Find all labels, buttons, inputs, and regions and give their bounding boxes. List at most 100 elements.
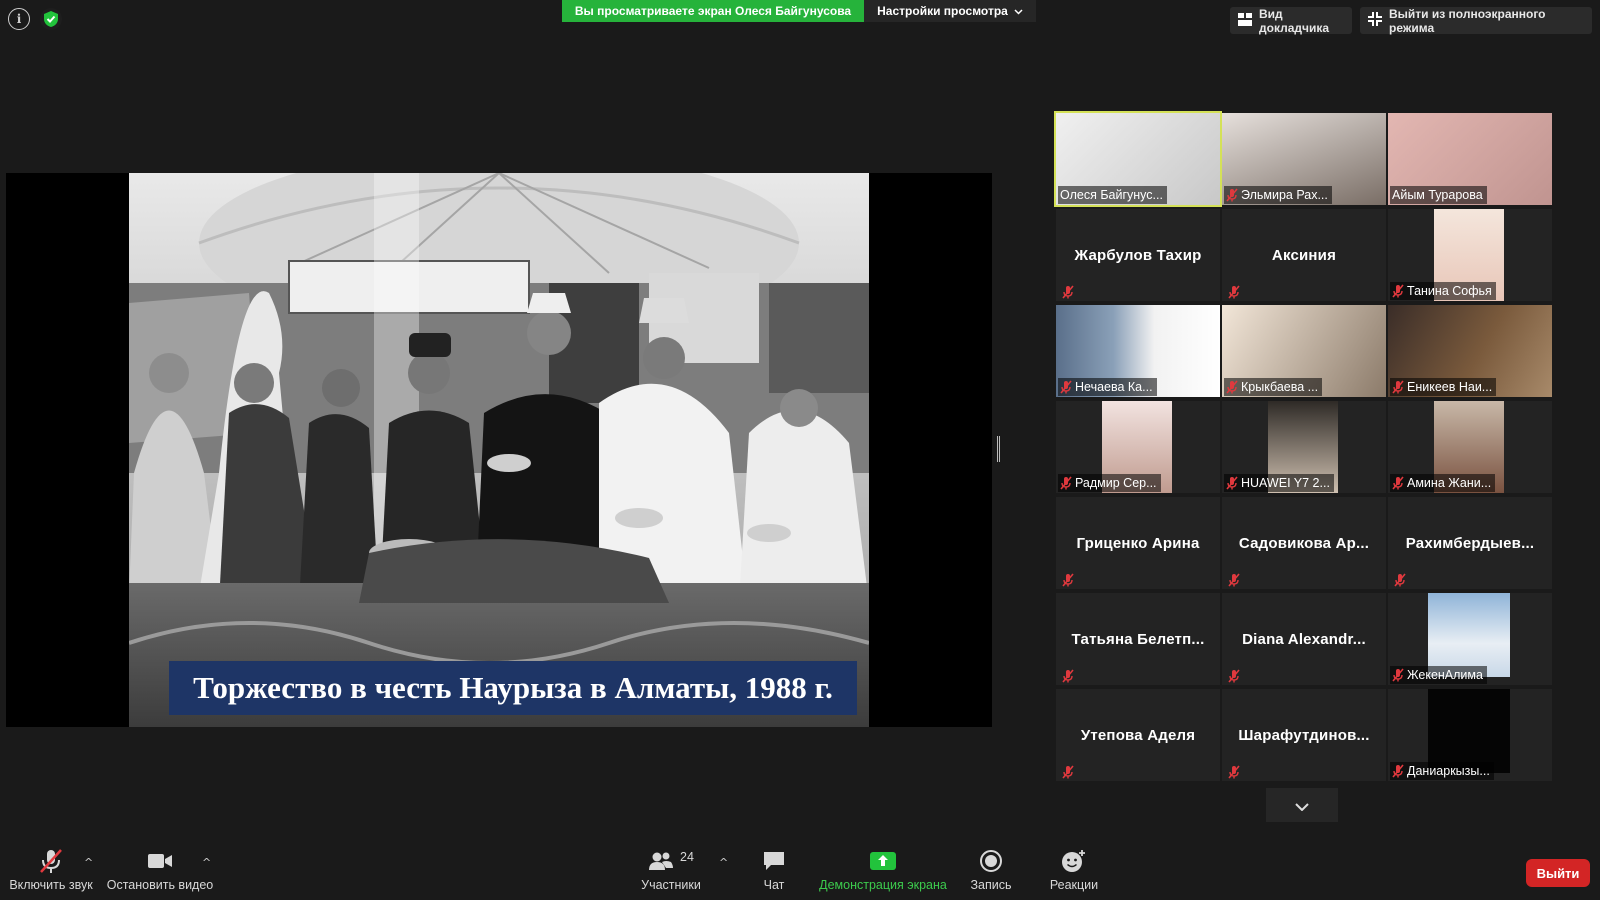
participants-button[interactable]: 24 Участники <box>636 846 706 900</box>
participant-name-label: HUAWEI Y7 2... <box>1224 474 1334 492</box>
participant-name: Олеся Байгунус... <box>1060 188 1163 202</box>
chat-bubble-icon <box>762 846 786 876</box>
share-screen-icon <box>870 846 896 876</box>
share-screen-button[interactable]: Демонстрация экрана <box>818 846 948 900</box>
participants-icon <box>649 852 674 870</box>
exit-fullscreen-icon <box>1368 12 1382 29</box>
participant-tile[interactable]: Айым Турарова <box>1388 113 1552 205</box>
participant-name: ЖекенАлима <box>1407 668 1483 682</box>
participant-tile[interactable]: Садовикова Ар... <box>1222 497 1386 589</box>
muted-microphone-icon <box>1392 380 1404 394</box>
muted-microphone-icon <box>1062 764 1074 779</box>
muted-microphone-icon <box>1228 284 1240 299</box>
video-camera-icon <box>147 846 173 876</box>
gallery-next-page-button[interactable] <box>1266 788 1338 822</box>
shield-icon[interactable] <box>40 8 62 30</box>
participant-tile[interactable]: Шарафутдинов... <box>1222 689 1386 781</box>
participant-tile[interactable]: Diana Alexandr... <box>1222 593 1386 685</box>
participants-icon-wrap: 24 <box>648 846 694 876</box>
participant-name-label: Айым Турарова <box>1390 186 1487 204</box>
muted-microphone-icon <box>1392 284 1404 298</box>
muted-microphone-icon <box>1392 764 1404 778</box>
participant-name: Жарбулов Тахир <box>1074 246 1202 264</box>
participant-name-label: Олеся Байгунус... <box>1058 186 1167 204</box>
participant-name: Садовикова Ар... <box>1238 534 1370 552</box>
audio-options-caret-icon[interactable]: ^ <box>84 856 93 869</box>
record-label: Запись <box>970 878 1012 892</box>
participant-name: Гриценко Арина <box>1076 534 1200 552</box>
muted-microphone-icon <box>1060 380 1072 394</box>
participant-name: Эльмира Рах... <box>1241 188 1328 202</box>
participant-name-label: Еникеев Наи... <box>1390 378 1497 396</box>
meeting-status-icons: i <box>8 8 62 30</box>
participant-name: HUAWEI Y7 2... <box>1241 476 1330 490</box>
participant-name-label: Амина Жани... <box>1390 474 1496 492</box>
participant-name: Айым Турарова <box>1392 188 1483 202</box>
participant-video <box>1428 689 1510 773</box>
participant-tile[interactable]: Утепова Аделя <box>1056 689 1220 781</box>
panel-resize-handle[interactable] <box>997 436 1000 462</box>
video-options-caret-icon[interactable]: ^ <box>202 856 211 869</box>
participants-options-caret-icon[interactable]: ^ <box>719 856 728 869</box>
nauryz-photo-illustration <box>129 173 869 727</box>
leave-meeting-button[interactable]: Выйти <box>1526 859 1590 887</box>
shared-screen-view[interactable]: Торжество в честь Наурыза в Алматы, 1988… <box>6 173 992 727</box>
muted-microphone-icon <box>1060 476 1072 490</box>
participant-name: Еникеев Наи... <box>1407 380 1493 394</box>
info-icon[interactable]: i <box>8 8 30 30</box>
participant-tile[interactable]: Танина Софья <box>1388 209 1552 301</box>
screen-share-banner: Вы просматриваете экран Олеся Байгунусов… <box>562 0 864 22</box>
participant-video <box>1428 593 1510 677</box>
muted-microphone-icon <box>1392 476 1404 490</box>
participant-tile[interactable]: Крыкбаева ... <box>1222 305 1386 397</box>
participant-name: Амина Жани... <box>1407 476 1492 490</box>
participant-name: Нечаева Ка... <box>1075 380 1153 394</box>
unmute-label: Включить звук <box>9 878 93 892</box>
chat-button[interactable]: Чат <box>756 846 792 900</box>
participant-tile[interactable]: Гриценко Арина <box>1056 497 1220 589</box>
speaker-view-button[interactable]: Вид докладчика <box>1230 7 1352 35</box>
participant-name: Танина Софья <box>1407 284 1492 298</box>
participant-tile[interactable]: Татьяна Белетп... <box>1056 593 1220 685</box>
participant-name: Даниаркызы... <box>1407 764 1490 778</box>
participant-name: Шарафутдинов... <box>1238 726 1370 744</box>
exit-fullscreen-button[interactable]: Выйти из полноэкранного режима <box>1360 6 1592 35</box>
muted-microphone-icon <box>1226 188 1238 202</box>
participant-tile[interactable]: Рахимбердыев... <box>1388 497 1552 589</box>
participant-tile[interactable]: Аксиния <box>1222 209 1386 301</box>
participant-tile[interactable]: Амина Жани... <box>1388 401 1552 493</box>
chat-label: Чат <box>763 878 785 892</box>
slide-caption-box: Торжество в честь Наурыза в Алматы, 1988… <box>169 661 857 715</box>
stop-video-button[interactable]: Остановить видео <box>106 846 214 900</box>
participant-tile[interactable]: Жарбулов Тахир <box>1056 209 1220 301</box>
participant-tile[interactable]: Даниаркызы... <box>1388 689 1552 781</box>
participants-count: 24 <box>680 850 694 864</box>
participant-tile[interactable]: Еникеев Наи... <box>1388 305 1552 397</box>
record-icon <box>980 846 1002 876</box>
participant-name: Аксиния <box>1271 246 1337 264</box>
exit-fullscreen-label: Выйти из полноэкранного режима <box>1389 6 1546 35</box>
participant-name-label: Эльмира Рах... <box>1224 186 1332 204</box>
unmute-button[interactable]: Включить звук <box>8 846 94 900</box>
record-button[interactable]: Запись <box>966 846 1016 900</box>
reactions-button[interactable]: Реакции <box>1046 846 1102 900</box>
participant-name: Крыкбаева ... <box>1241 380 1319 394</box>
participant-name: Утепова Аделя <box>1080 726 1196 744</box>
view-options-label: Настройки просмотра <box>877 4 1008 18</box>
view-options-dropdown[interactable]: Настройки просмотра <box>864 0 1036 22</box>
muted-microphone-icon <box>1062 668 1074 683</box>
reactions-label: Реакции <box>1049 878 1099 892</box>
participant-name: Diana Alexandr... <box>1242 630 1366 648</box>
participant-tile[interactable]: HUAWEI Y7 2... <box>1222 401 1386 493</box>
smiley-plus-icon <box>1061 846 1087 876</box>
participant-tile[interactable]: Олеся Байгунус... <box>1054 111 1222 207</box>
participant-tile[interactable]: Эльмира Рах... <box>1222 113 1386 205</box>
muted-microphone-icon <box>1062 572 1074 587</box>
participant-tile[interactable]: Радмир Сер... <box>1056 401 1220 493</box>
chevron-down-icon <box>1295 796 1309 815</box>
stop-video-label: Остановить видео <box>106 878 214 892</box>
participant-name-label: Танина Софья <box>1390 282 1496 300</box>
participant-tile[interactable]: ЖекенАлима <box>1388 593 1552 685</box>
participant-tile[interactable]: Нечаева Ка... <box>1056 305 1220 397</box>
participant-name: Татьяна Белетп... <box>1071 630 1205 648</box>
